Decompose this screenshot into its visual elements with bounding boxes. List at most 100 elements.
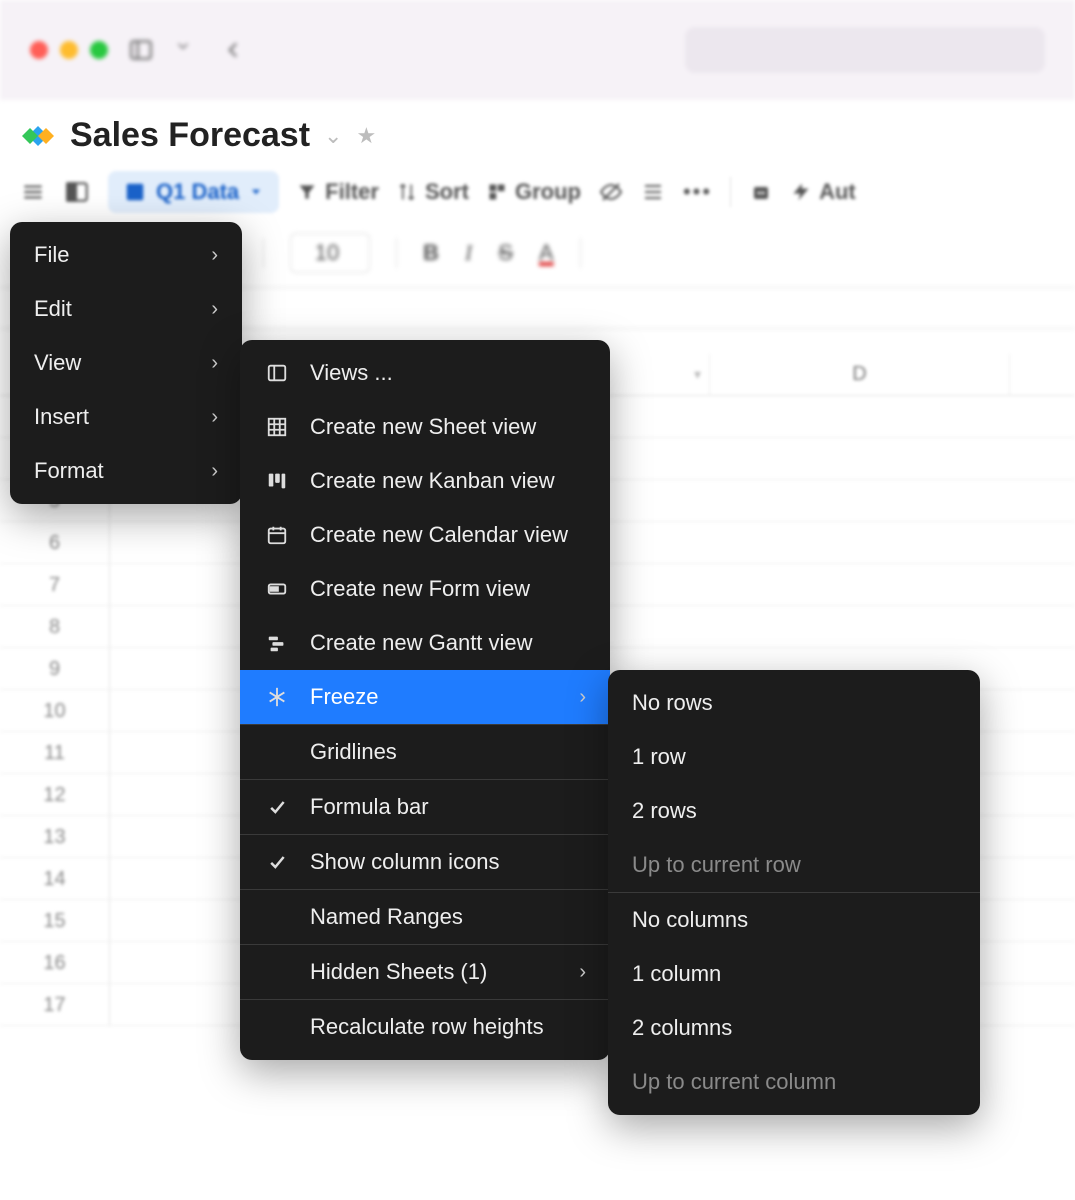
- freeze-up-to-column: Up to current column: [608, 1055, 980, 1109]
- separator: [730, 177, 731, 207]
- document-title[interactable]: Sales Forecast: [70, 116, 310, 155]
- row-number[interactable]: 9: [0, 648, 110, 689]
- submenu-new-gantt[interactable]: Create new Gantt view: [240, 616, 610, 670]
- font-size-select[interactable]: 10: [290, 233, 370, 273]
- menu-item-label: Gridlines: [310, 739, 586, 765]
- filter-button[interactable]: Filter: [297, 179, 379, 205]
- strikethrough-button[interactable]: S: [498, 240, 513, 266]
- document-header: Sales Forecast ⌄ ★: [0, 100, 1075, 165]
- minimize-window-icon[interactable]: [60, 41, 78, 59]
- check-icon: [264, 794, 290, 820]
- close-window-icon[interactable]: [30, 41, 48, 59]
- menu-item-label: Up to current column: [632, 1069, 956, 1095]
- chevron-right-icon: ›: [211, 244, 218, 267]
- menu-item-label: Create new Form view: [310, 576, 586, 602]
- column-dropdown-icon[interactable]: ▾: [694, 366, 701, 383]
- menu-item-label: No columns: [632, 907, 956, 933]
- bold-button[interactable]: B: [423, 240, 439, 266]
- robot-icon[interactable]: [749, 180, 773, 204]
- menu-item-label: 2 rows: [632, 798, 956, 824]
- freeze-2-columns[interactable]: 2 columns: [608, 1001, 980, 1055]
- submenu-freeze[interactable]: Freeze›: [240, 670, 610, 724]
- menu-item-label: Recalculate row heights: [310, 1014, 586, 1040]
- row-number[interactable]: 17: [0, 984, 110, 1025]
- address-search-field[interactable]: [685, 27, 1045, 73]
- traffic-lights: [30, 41, 108, 59]
- menu-item-label: Format: [34, 458, 191, 484]
- chevron-down-icon[interactable]: [174, 37, 200, 63]
- submenu-new-form[interactable]: Create new Form view: [240, 562, 610, 616]
- column-header[interactable]: D: [710, 354, 1010, 395]
- row-number[interactable]: 16: [0, 942, 110, 983]
- filter-label: Filter: [325, 179, 379, 205]
- row-number[interactable]: 13: [0, 816, 110, 857]
- views-icon: [264, 360, 290, 386]
- submenu-new-kanban[interactable]: Create new Kanban view: [240, 454, 610, 508]
- submenu-new-calendar[interactable]: Create new Calendar view: [240, 508, 610, 562]
- row-number[interactable]: 6: [0, 522, 110, 563]
- row-number[interactable]: 7: [0, 564, 110, 605]
- chevron-right-icon: ›: [211, 298, 218, 321]
- chevron-right-icon: ›: [211, 406, 218, 429]
- panel-toggle-icon[interactable]: [64, 179, 90, 205]
- submenu-show-column-icons[interactable]: Show column icons: [240, 835, 610, 889]
- freeze-no-rows[interactable]: No rows: [608, 676, 980, 730]
- row-number[interactable]: 8: [0, 606, 110, 647]
- row-number[interactable]: 12: [0, 774, 110, 815]
- form-icon: [264, 576, 290, 602]
- submenu-hidden-sheets[interactable]: Hidden Sheets (1)›: [240, 945, 610, 999]
- menu-view[interactable]: View ›: [10, 336, 242, 390]
- group-button[interactable]: Group: [487, 179, 581, 205]
- freeze-2-rows[interactable]: 2 rows: [608, 784, 980, 838]
- back-icon[interactable]: [220, 37, 246, 63]
- automation-label: Aut: [819, 179, 856, 205]
- check-icon: [264, 849, 290, 875]
- maximize-window-icon[interactable]: [90, 41, 108, 59]
- active-view-pill[interactable]: Q1 Data: [108, 171, 279, 213]
- italic-button[interactable]: I: [465, 240, 472, 266]
- submenu-views[interactable]: Views ...: [240, 346, 610, 400]
- menu-item-label: Hidden Sheets (1): [310, 959, 559, 985]
- snowflake-icon: [264, 684, 290, 710]
- menu-insert[interactable]: Insert ›: [10, 390, 242, 444]
- submenu-named-ranges[interactable]: Named Ranges: [240, 890, 610, 944]
- menu-format[interactable]: Format›: [10, 444, 242, 498]
- menu-item-label: Insert: [34, 404, 191, 430]
- menu-edit[interactable]: Edit›: [10, 282, 242, 336]
- submenu-formula-bar[interactable]: Formula bar: [240, 780, 610, 834]
- column-letter: D: [852, 363, 866, 386]
- submenu-recalc-heights[interactable]: Recalculate row heights: [240, 1000, 610, 1054]
- title-dropdown-icon[interactable]: ⌄: [324, 123, 342, 149]
- automation-button[interactable]: Aut: [791, 179, 856, 205]
- gantt-icon: [264, 630, 290, 656]
- freeze-no-columns[interactable]: No columns: [608, 893, 980, 947]
- more-icon[interactable]: •••: [683, 179, 712, 205]
- hamburger-menu-icon[interactable]: [20, 179, 46, 205]
- row-number[interactable]: 15: [0, 900, 110, 941]
- separator: [580, 238, 581, 268]
- menu-item-label: 1 column: [632, 961, 956, 987]
- row-number[interactable]: 11: [0, 732, 110, 773]
- row-height-icon[interactable]: [641, 180, 665, 204]
- text-color-button[interactable]: A: [539, 240, 554, 266]
- row-number[interactable]: 10: [0, 690, 110, 731]
- freeze-1-column[interactable]: 1 column: [608, 947, 980, 1001]
- submenu-new-sheet[interactable]: Create new Sheet view: [240, 400, 610, 454]
- sort-button[interactable]: Sort: [397, 179, 469, 205]
- menu-file[interactable]: File›: [10, 228, 242, 282]
- calendar-icon: [264, 522, 290, 548]
- sheet-icon: [264, 414, 290, 440]
- chevron-right-icon: ›: [211, 352, 218, 375]
- visibility-icon[interactable]: [599, 180, 623, 204]
- submenu-gridlines[interactable]: Gridlines: [240, 725, 610, 779]
- menu-item-label: View: [34, 350, 191, 376]
- sidebar-toggle-icon[interactable]: [128, 37, 154, 63]
- freeze-1-row[interactable]: 1 row: [608, 730, 980, 784]
- active-view-label: Q1 Data: [156, 179, 239, 205]
- star-icon[interactable]: ★: [356, 123, 376, 149]
- separator: [396, 238, 397, 268]
- row-number[interactable]: 14: [0, 858, 110, 899]
- view-submenu: Views ... Create new Sheet view Create n…: [240, 340, 610, 1060]
- main-menu: File› Edit› View› Insert› Format›: [10, 222, 242, 504]
- sort-label: Sort: [425, 179, 469, 205]
